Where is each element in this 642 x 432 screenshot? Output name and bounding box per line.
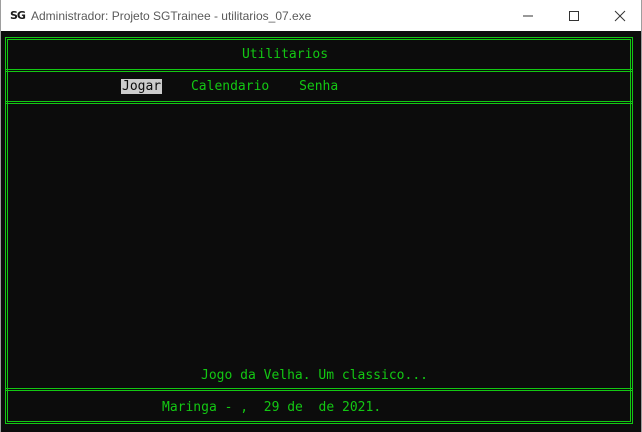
title-bar[interactable]: SG Administrador: Projeto SGTrainee - ut… [1, 0, 641, 31]
outer-double-border [5, 37, 633, 424]
window-title: Administrador: Projeto SGTrainee - utili… [31, 9, 312, 23]
header-divider [5, 69, 633, 72]
minimize-icon [523, 15, 533, 17]
footer-date: Maringa - , 29 de de 2021. [162, 400, 382, 415]
maximize-icon [569, 11, 579, 21]
menu-item-senha[interactable]: Senha [298, 79, 339, 94]
menu-description: Jogo da Velha. Um classico... [201, 368, 428, 383]
page-title: Utilitarios [241, 47, 329, 62]
close-icon [614, 10, 626, 22]
menu-item-calendario[interactable]: Calendario [190, 79, 270, 94]
maximize-button[interactable] [551, 0, 597, 31]
sg-app-icon: SG [10, 9, 26, 22]
console-area[interactable]: Utilitarios Jogar Calendario Senha Jogo … [1, 31, 641, 432]
minimize-button[interactable] [505, 0, 551, 31]
main-menu: Jogar Calendario Senha [121, 79, 359, 94]
console-window: SG Administrador: Projeto SGTrainee - ut… [0, 0, 642, 432]
menu-divider [5, 101, 633, 104]
footer-divider [5, 388, 633, 391]
close-button[interactable] [597, 0, 642, 31]
menu-item-jogar[interactable]: Jogar [121, 79, 163, 94]
